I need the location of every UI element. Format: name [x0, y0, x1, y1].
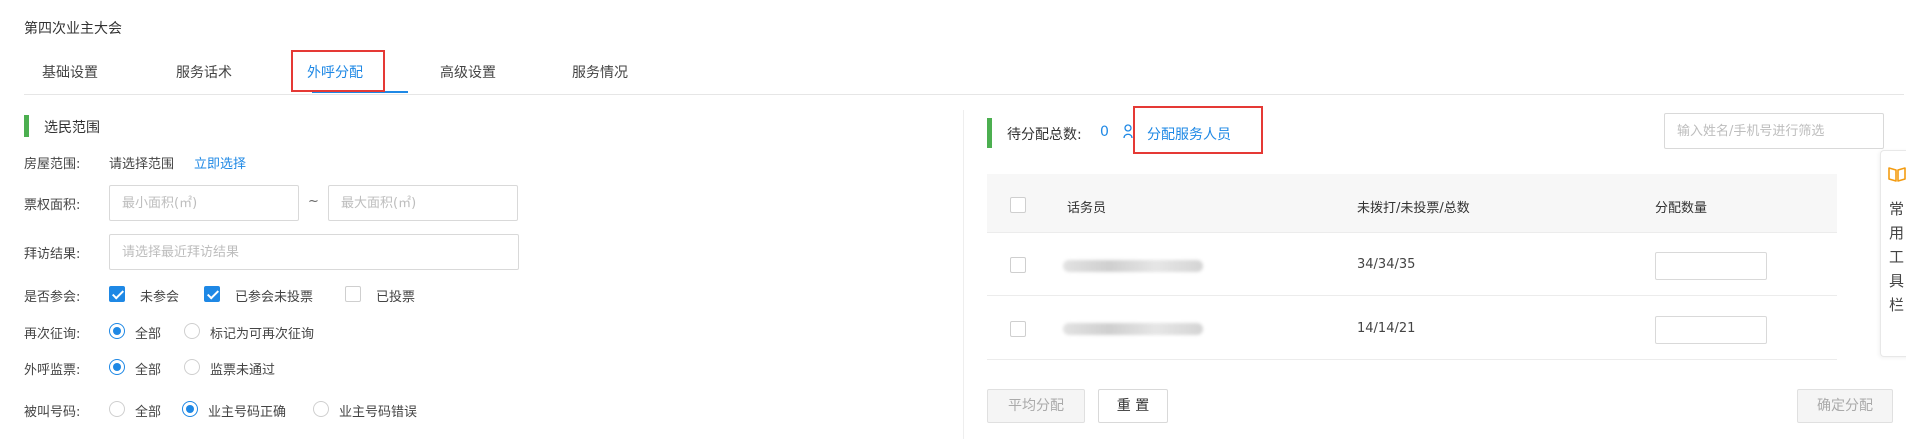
- operator-name-redacted: [1063, 260, 1203, 272]
- row-checkbox[interactable]: [1010, 257, 1026, 273]
- visit-result-label: 拜访结果:: [24, 247, 81, 262]
- attend-label: 是否参会:: [24, 290, 81, 305]
- vote-area-label: 票权面积:: [24, 198, 81, 213]
- table-row-divider: [987, 232, 1837, 233]
- house-range-label: 房屋范围:: [24, 157, 81, 172]
- max-area-input[interactable]: [328, 185, 518, 221]
- option-callee-correct: 业主号码正确: [208, 405, 287, 420]
- radio-callee-all[interactable]: [109, 401, 125, 417]
- average-allocate-button[interactable]: 平均分配: [987, 389, 1085, 423]
- section-accent-bar-right: [987, 118, 992, 148]
- visit-result-select[interactable]: [109, 234, 519, 270]
- option-attended-not-voted: 已参会未投票: [235, 290, 314, 305]
- confirm-allocate-button[interactable]: 确定分配: [1797, 389, 1893, 423]
- row-checkbox[interactable]: [1010, 321, 1026, 337]
- operator-name-redacted: [1063, 323, 1203, 335]
- qty-input[interactable]: [1655, 252, 1767, 280]
- radio-callee-correct[interactable]: [182, 401, 198, 417]
- filter-input[interactable]: [1664, 113, 1884, 149]
- tab-service-script[interactable]: 服务话术: [176, 58, 232, 92]
- checkbox-not-attended[interactable]: [109, 286, 125, 302]
- row-counts: 34/34/35: [1357, 257, 1416, 272]
- option-voted: 已投票: [376, 290, 416, 305]
- option-reinquire-marked: 标记为可再次征询: [210, 327, 315, 342]
- header-qty: 分配数量: [1655, 201, 1708, 216]
- option-callee-wrong: 业主号码错误: [339, 405, 418, 420]
- reset-button[interactable]: 重 置: [1098, 389, 1168, 423]
- table-row-divider: [987, 295, 1837, 296]
- option-supervise-all: 全部: [135, 363, 162, 378]
- side-toolbar-label: 常用工具栏: [1889, 200, 1905, 314]
- option-callee-all: 全部: [135, 405, 162, 420]
- radio-reinquire-all[interactable]: [109, 323, 125, 339]
- house-range-value: 请选择范围: [109, 157, 175, 172]
- page-title: 第四次业主大会: [24, 21, 122, 37]
- pending-label: 待分配总数:: [1007, 127, 1082, 143]
- option-supervise-failed: 监票未通过: [210, 363, 276, 378]
- section-title-voter-range: 选民范围: [44, 120, 100, 136]
- tab-service-status[interactable]: 服务情况: [572, 58, 628, 92]
- reinquire-label: 再次征询:: [24, 327, 81, 342]
- row-counts: 14/14/21: [1357, 321, 1416, 336]
- header-counts: 未拨打/未投票/总数: [1357, 201, 1470, 216]
- side-toolbar[interactable]: 常用工具栏: [1880, 150, 1906, 357]
- header-operator: 话务员: [1067, 201, 1107, 216]
- highlight-box-assign: [1133, 106, 1263, 154]
- checkbox-attended-not-voted[interactable]: [204, 286, 220, 302]
- qty-input[interactable]: [1655, 316, 1767, 344]
- radio-supervise-failed[interactable]: [184, 359, 200, 375]
- select-now-link[interactable]: 立即选择: [194, 153, 246, 172]
- radio-reinquire-marked[interactable]: [184, 323, 200, 339]
- radio-supervise-all[interactable]: [109, 359, 125, 375]
- highlight-box-tab: [291, 50, 385, 92]
- supervise-label: 外呼监票:: [24, 363, 81, 378]
- panel-divider: [963, 110, 964, 439]
- select-all-checkbox[interactable]: [1010, 197, 1026, 213]
- option-not-attended: 未参会: [140, 290, 180, 305]
- pending-count: 0: [1100, 124, 1109, 140]
- book-icon: [1887, 165, 1906, 183]
- tab-advanced-settings[interactable]: 高级设置: [440, 58, 496, 92]
- section-accent-bar: [24, 115, 29, 137]
- callee-label: 被叫号码:: [24, 405, 81, 420]
- area-separator: ~: [308, 194, 319, 209]
- table-row-divider: [987, 359, 1837, 360]
- min-area-input[interactable]: [109, 185, 299, 221]
- checkbox-voted[interactable]: [345, 286, 361, 302]
- radio-callee-wrong[interactable]: [313, 401, 329, 417]
- option-reinquire-all: 全部: [135, 327, 162, 342]
- tab-basic-settings[interactable]: 基础设置: [42, 58, 98, 92]
